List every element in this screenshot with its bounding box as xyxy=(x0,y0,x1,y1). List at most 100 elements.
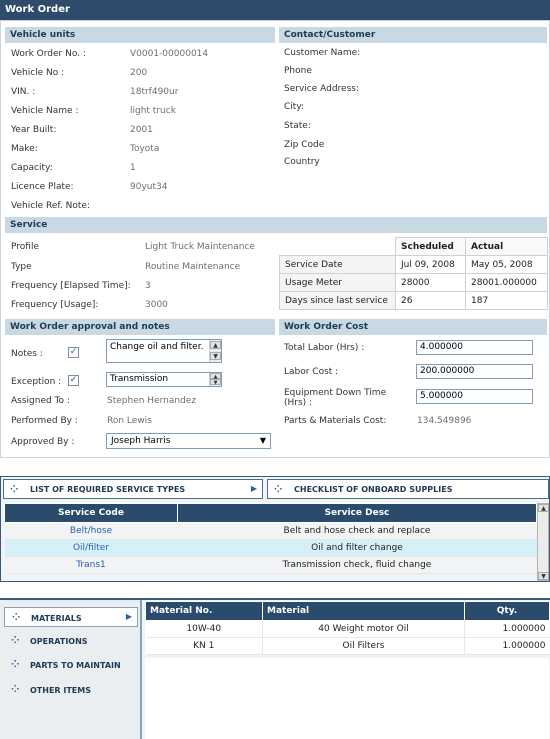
frequency-elapsed-value: 3 xyxy=(145,281,151,291)
frequency-elapsed-label: Frequency [Elapsed Time]: xyxy=(11,281,131,291)
chevron-right-icon: ▶ xyxy=(250,484,257,493)
tab-required-service-types[interactable]: ⁘ LIST OF REQUIRED SERVICE TYPES ▶ xyxy=(3,479,263,499)
approved-by-label: Approved By : xyxy=(11,437,75,447)
make-value: Toyota xyxy=(130,144,160,154)
notes-checkbox[interactable]: ✓ xyxy=(68,347,79,358)
parts-materials-cost-value: 134.549896 xyxy=(417,416,472,426)
material-column-header: Material xyxy=(262,601,465,621)
side-nav-item-parts-to-maintain[interactable]: ⁘ PARTS TO MAINTAIN xyxy=(4,655,138,675)
frequency-usage-label: Frequency [Usage]: xyxy=(11,300,99,310)
grid-icon: ⁘ xyxy=(12,612,21,623)
service-types-scrollbar[interactable]: ▲ ▼ xyxy=(537,503,549,581)
usage-meter-label: Usage Meter xyxy=(279,273,396,292)
service-code-link[interactable]: Belt/hose xyxy=(70,526,112,536)
service-date-actual: May 05, 2008 xyxy=(465,255,548,274)
country-label: Country xyxy=(284,157,320,167)
type-value: Routine Maintenance xyxy=(145,262,241,272)
materials-table-empty-area xyxy=(145,658,549,739)
side-nav-item-label: MATERIALS xyxy=(31,614,82,623)
scroll-down-icon[interactable]: ▼ xyxy=(538,572,549,580)
chevron-right-icon: ▶ xyxy=(125,612,132,621)
exception-scrollbar[interactable]: ▲ ▼ xyxy=(209,373,221,386)
grid-icon: ⁘ xyxy=(10,484,19,495)
parts-materials-cost-label: Parts & Materials Cost: xyxy=(284,416,387,426)
performed-by-label: Performed By : xyxy=(11,416,78,426)
labor-cost-label: Labor Cost : xyxy=(284,367,339,377)
labor-cost-input[interactable]: 200.000000 xyxy=(416,364,533,379)
vehicle-no-label: Vehicle No : xyxy=(11,68,65,78)
profile-value: Light Truck Maintenance xyxy=(145,242,255,252)
tab-onboard-supplies-label: CHECKLIST OF ONBOARD SUPPLIES xyxy=(294,485,453,494)
scroll-down-icon[interactable]: ▼ xyxy=(210,379,221,386)
chevron-down-icon: ▼ xyxy=(259,436,266,445)
material-no-column-header: Material No. xyxy=(145,601,263,621)
profile-label: Profile xyxy=(11,242,39,252)
service-date-scheduled: Jul 09, 2008 xyxy=(395,255,466,274)
window-title: Work Order xyxy=(0,0,550,20)
usage-meter-scheduled: 28000 xyxy=(395,273,466,292)
assigned-to-label: Assigned To : xyxy=(11,396,70,406)
table-row[interactable]: Belt/hose Belt and hose check and replac… xyxy=(4,522,537,540)
service-code-link[interactable]: Trans1 xyxy=(76,560,106,570)
assigned-to-value: Stephen Hernandez xyxy=(107,396,197,406)
days-since-service-label: Days since last service xyxy=(279,291,396,310)
material-no-cell: KN 1 xyxy=(145,637,263,655)
side-nav: ⁘ MATERIALS ▶ ⁘ OPERATIONS ⁘ PARTS TO MA… xyxy=(0,600,142,739)
table-row[interactable]: 10W-40 40 Weight motor Oil 1.000000 xyxy=(145,620,550,638)
table-row[interactable]: Oil/filter Oil and filter change xyxy=(4,539,537,557)
scroll-down-icon[interactable]: ▼ xyxy=(210,352,221,360)
total-labor-input[interactable]: 4.000000 xyxy=(416,340,533,355)
grid-icon: ⁘ xyxy=(274,484,283,495)
notes-label: Notes : xyxy=(11,349,43,359)
table-row[interactable]: KN 1 Oil Filters 1.000000 xyxy=(145,637,550,655)
scheduled-column-header: Scheduled xyxy=(395,237,466,256)
licence-plate-value: 90yut34 xyxy=(130,182,168,192)
exception-textarea[interactable]: Transmission ▲ ▼ xyxy=(106,372,222,387)
qty-column-header: Qty. xyxy=(464,601,550,621)
exception-text: Transmission xyxy=(110,374,169,384)
material-no-cell: 10W-40 xyxy=(145,620,263,638)
table-row[interactable]: Trans1 Transmission check, fluid change xyxy=(4,556,537,574)
make-label: Make: xyxy=(11,144,38,154)
downtime-label-line1: Equipment Down Time xyxy=(284,388,387,398)
side-nav-item-other-items[interactable]: ⁘ OTHER ITEMS xyxy=(4,680,138,700)
service-header: Service xyxy=(5,217,547,233)
scroll-up-icon[interactable]: ▲ xyxy=(210,341,221,349)
service-desc-column-header: Service Desc xyxy=(177,503,537,523)
materials-table: Material No. Material Qty. 10W-40 40 Wei… xyxy=(145,601,550,655)
side-nav-item-operations[interactable]: ⁘ OPERATIONS xyxy=(4,631,138,651)
notes-textarea[interactable]: Change oil and filter. ▲ ▼ xyxy=(106,339,222,363)
contact-customer-header: Contact/Customer xyxy=(279,27,547,43)
type-label: Type xyxy=(11,262,32,272)
total-labor-label: Total Labor (Hrs) : xyxy=(284,343,365,353)
notes-scrollbar[interactable]: ▲ ▼ xyxy=(209,340,221,362)
side-nav-item-materials[interactable]: ⁘ MATERIALS ▶ xyxy=(4,607,138,627)
service-code-link[interactable]: Oil/filter xyxy=(73,543,109,553)
scroll-up-icon[interactable]: ▲ xyxy=(538,504,549,512)
work-order-form: Vehicle units Work Order No. : V0001-000… xyxy=(0,20,550,458)
schedule-table: Scheduled Actual Service Date Jul 09, 20… xyxy=(279,237,548,310)
tab-onboard-supplies-checklist[interactable]: ⁘ CHECKLIST OF ONBOARD SUPPLIES xyxy=(267,479,549,499)
zip-code-label: Zip Code xyxy=(284,140,325,150)
qty-cell: 1.000000 xyxy=(464,637,550,655)
grid-icon: ⁘ xyxy=(11,684,20,695)
year-built-label: Year Built: xyxy=(11,125,57,135)
actual-column-header: Actual xyxy=(465,237,548,256)
city-label: City: xyxy=(284,102,305,112)
vehicle-ref-note-label: Vehicle Ref. Note: xyxy=(11,201,91,211)
downtime-input[interactable]: 5.000000 xyxy=(416,389,533,404)
exception-checkbox[interactable]: ✓ xyxy=(68,375,79,386)
service-desc-cell: Transmission check, fluid change xyxy=(177,556,537,574)
grid-icon: ⁘ xyxy=(11,659,20,670)
side-nav-item-label: OPERATIONS xyxy=(30,637,88,646)
service-desc-cell: Belt and hose check and replace xyxy=(177,522,537,540)
work-order-no-value: V0001-00000014 xyxy=(130,49,209,59)
grid-icon: ⁘ xyxy=(11,635,20,646)
side-nav-item-label: OTHER ITEMS xyxy=(30,686,91,695)
notes-text: Change oil and filter. xyxy=(110,342,204,352)
exception-label: Exception : xyxy=(11,377,62,387)
qty-cell: 1.000000 xyxy=(464,620,550,638)
service-desc-cell: Oil and filter change xyxy=(177,539,537,557)
approved-by-value: Joseph Harris xyxy=(111,436,171,446)
approved-by-select[interactable]: Joseph Harris ▼ xyxy=(106,433,271,449)
